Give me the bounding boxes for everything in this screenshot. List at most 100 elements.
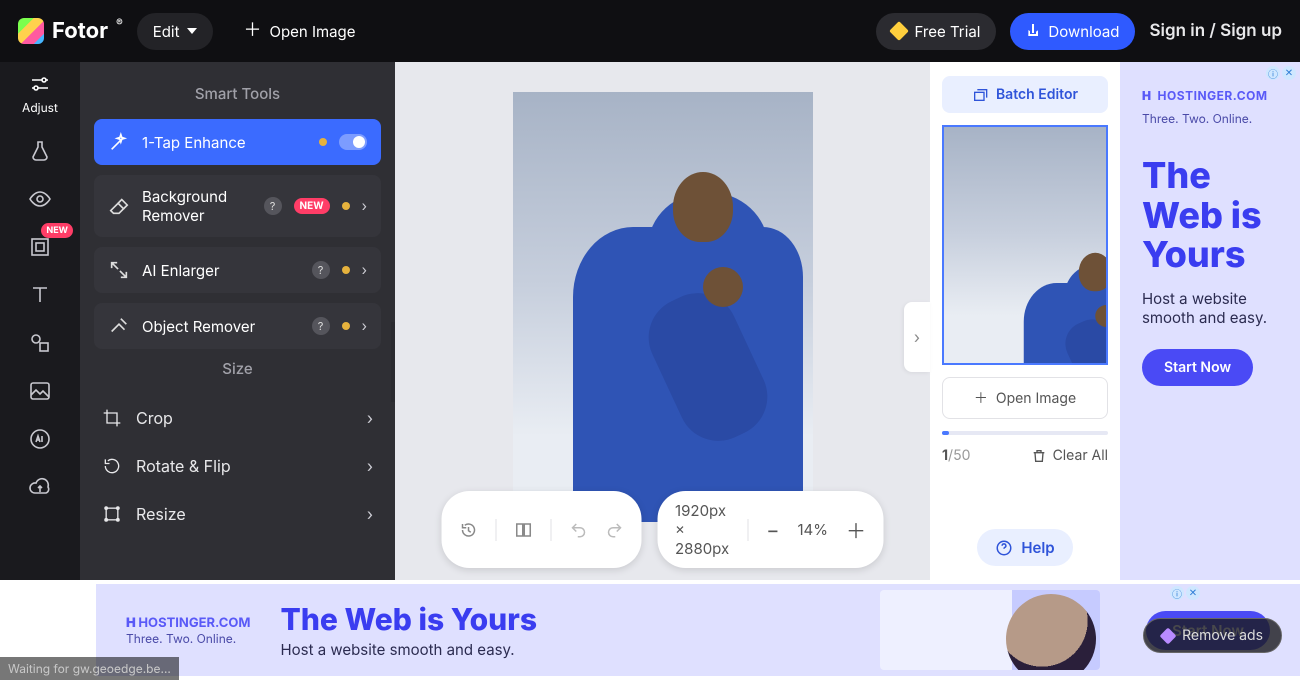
sign-in-link[interactable]: Sign in / Sign up (1149, 21, 1282, 41)
size-label: Crop (136, 408, 173, 428)
chevron-right-icon: › (362, 198, 367, 215)
download-label: Download (1048, 22, 1119, 41)
hostinger-logo-icon: H (1142, 88, 1152, 103)
rail-cloud[interactable] (9, 475, 71, 499)
ad-cta-button[interactable]: Start Now (1142, 349, 1253, 386)
tool-ai-enlarger[interactable]: AI Enlarger ? › (94, 247, 381, 293)
canvas-image[interactable] (513, 92, 813, 522)
cloud-upload-icon (28, 475, 52, 499)
ad-close-icon[interactable]: ✕ (1282, 66, 1296, 80)
enlarge-icon (108, 259, 130, 281)
app-logo[interactable]: Fotor® (18, 18, 123, 44)
download-icon (1026, 24, 1040, 38)
premium-dot-icon (342, 322, 350, 330)
zoom-out-button[interactable]: − (766, 518, 779, 542)
help-circle-icon (995, 539, 1013, 557)
ad-brand[interactable]: H HOSTINGER.COM (126, 615, 251, 631)
ad-headline: The Web is Yours (281, 602, 537, 638)
chevron-right-icon: › (362, 318, 367, 335)
zoom-pill: 1920px × 2880px − 14% ＋ (657, 491, 884, 568)
size-resize[interactable]: Resize › (94, 490, 381, 538)
open-image-label: Open Image (269, 22, 355, 41)
new-badge: NEW (41, 223, 73, 238)
help-icon[interactable]: ? (312, 261, 330, 279)
rail-beauty[interactable] (9, 139, 71, 163)
canvas-area: › 1920px × 2880px − 14% ＋ (395, 62, 930, 580)
ad-brand[interactable]: H HOSTINGER.COM (1142, 88, 1278, 103)
tool-1tap-enhance[interactable]: 1-Tap Enhance (94, 119, 381, 165)
tool-object-remover[interactable]: Object Remover ? › (94, 303, 381, 349)
rail-text[interactable] (9, 283, 71, 307)
tool-bg-remover[interactable]: Background Remover ? NEW › (94, 175, 381, 237)
redo-icon[interactable] (605, 521, 623, 539)
rotate-icon (102, 456, 122, 476)
ad-bottom: H HOSTINGER.COM Three. Two. Online. The … (0, 580, 1300, 680)
trash-icon (1031, 448, 1047, 464)
size-group: Crop › Rotate & Flip › Resize › (94, 394, 381, 538)
ai-icon (28, 427, 52, 451)
ad-sidebar: ⓘ ✕ H HOSTINGER.COM Three. Two. Online. … (1120, 62, 1300, 580)
size-label: Rotate & Flip (136, 456, 231, 476)
ad-illustration (880, 590, 1100, 670)
open-image-secondary[interactable]: ＋ Open Image (942, 377, 1108, 419)
ad-sub: Host a website smooth and easy. (281, 640, 537, 659)
tool-label: 1-Tap Enhance (142, 133, 307, 152)
clear-all-button[interactable]: Clear All (1031, 447, 1108, 464)
ad-info-icon[interactable]: ⓘ (1170, 586, 1184, 600)
canvas-dimensions: 1920px × 2880px (675, 501, 730, 558)
top-bar: Fotor® Edit ＋ Open Image Free Trial Down… (0, 0, 1300, 62)
rail-image[interactable] (9, 379, 71, 403)
ad-close-icon[interactable]: ✕ (1186, 586, 1200, 600)
right-panel: Batch Editor ＋ Open Image 1/50 Clear All… (930, 62, 1120, 580)
main-area: Adjust NEW Smart Tools (0, 62, 1300, 580)
size-crop[interactable]: Crop › (94, 394, 381, 442)
crop-icon (102, 408, 122, 428)
chevron-right-icon: › (367, 408, 373, 428)
free-trial-button[interactable]: Free Trial (876, 13, 996, 50)
tool-label: Background Remover (142, 187, 252, 225)
history-icon[interactable] (459, 521, 477, 539)
object-remove-icon (108, 315, 130, 337)
thumb-counter-row: 1/50 Clear All (942, 447, 1108, 464)
text-icon (28, 283, 52, 307)
logo-mark-icon (18, 18, 44, 44)
rail-effects[interactable] (9, 187, 71, 211)
frame-icon (28, 235, 52, 259)
image-icon (28, 379, 52, 403)
remove-ads-button[interactable]: Remove ads (1143, 618, 1282, 653)
help-button[interactable]: Help (977, 529, 1072, 566)
help-icon[interactable]: ? (264, 197, 282, 215)
rail-frames[interactable]: NEW (9, 235, 71, 259)
ad-headline: The Web is Yours (1142, 156, 1278, 275)
edit-menu-button[interactable]: Edit (137, 13, 214, 50)
zoom-in-button[interactable]: ＋ (846, 515, 866, 544)
expand-right-panel-button[interactable]: › (904, 302, 930, 372)
diamond-icon (890, 21, 910, 41)
remove-ads-label: Remove ads (1182, 627, 1263, 644)
chevron-right-icon: › (362, 262, 367, 279)
icon-rail: Adjust NEW (0, 62, 80, 580)
thumbnail-scrollbar[interactable] (942, 431, 1108, 435)
new-badge: NEW (294, 198, 330, 214)
rail-ai[interactable] (9, 427, 71, 451)
enhance-toggle[interactable] (339, 134, 367, 150)
batch-editor-button[interactable]: Batch Editor (942, 76, 1108, 113)
open-image-button[interactable]: ＋ Open Image (227, 13, 371, 50)
compare-icon[interactable] (514, 521, 532, 539)
download-button[interactable]: Download (1010, 13, 1135, 50)
ad-controls: ⓘ ✕ (1266, 66, 1296, 80)
status-bar: Waiting for gw.geoedge.be... (0, 657, 179, 680)
ad-info-icon[interactable]: ⓘ (1266, 66, 1280, 80)
help-icon[interactable]: ? (312, 317, 330, 335)
size-label: Resize (136, 504, 186, 524)
image-thumbnail[interactable] (942, 125, 1108, 365)
image-content (553, 172, 803, 522)
premium-dot-icon (342, 266, 350, 274)
history-pill (441, 491, 641, 568)
size-rotate[interactable]: Rotate & Flip › (94, 442, 381, 490)
rail-adjust[interactable]: Adjust (9, 72, 71, 115)
rail-elements[interactable] (9, 331, 71, 355)
eraser-icon (108, 195, 130, 217)
app-name: Fotor (52, 18, 108, 44)
undo-icon[interactable] (569, 521, 587, 539)
